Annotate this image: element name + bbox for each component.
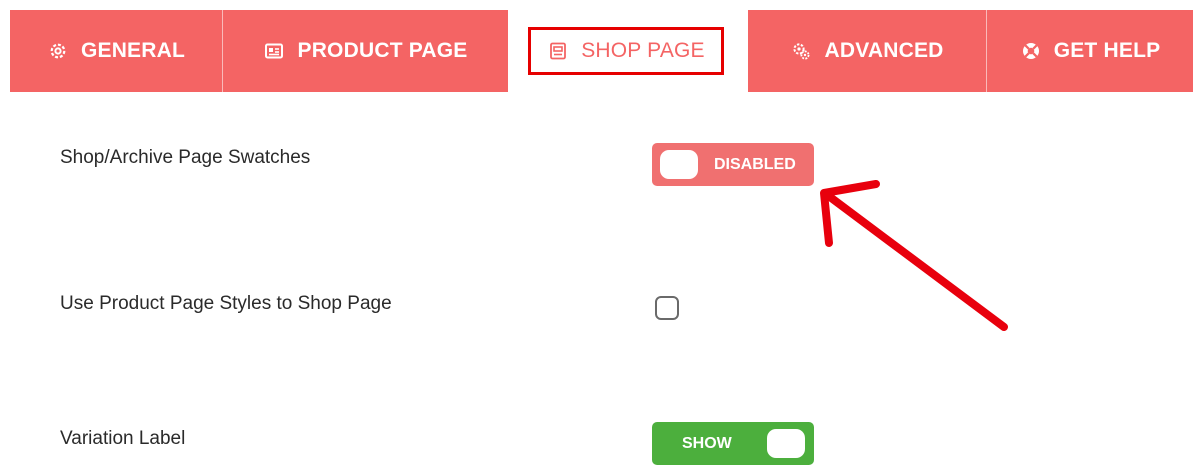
product-card-icon xyxy=(263,40,285,62)
variation-label-label: Variation Label xyxy=(60,428,186,449)
tab-product-page[interactable]: PRODUCT PAGE xyxy=(223,10,508,92)
toggle-knob xyxy=(660,150,698,179)
variation-label-toggle[interactable]: SHOW xyxy=(652,422,814,465)
document-icon xyxy=(547,40,569,62)
tab-get-help-label: GET HELP xyxy=(1053,39,1161,62)
toggle-knob xyxy=(767,429,805,458)
tab-get-help[interactable]: GET HELP xyxy=(987,10,1193,92)
product-styles-label: Use Product Page Styles to Shop Page xyxy=(60,293,392,314)
tab-product-page-label: PRODUCT PAGE xyxy=(297,39,468,62)
tab-shop-page-label: SHOP PAGE xyxy=(581,39,705,62)
settings-tab-bar: GENERAL PRODUCT PAGE SHOP PAGE ADVANCED … xyxy=(10,10,1193,94)
lifebuoy-icon xyxy=(1020,40,1042,62)
gears-icon xyxy=(790,40,812,62)
tab-advanced-label: ADVANCED xyxy=(824,39,944,62)
tab-general[interactable]: GENERAL xyxy=(10,10,222,92)
tab-general-label: GENERAL xyxy=(80,39,186,62)
gear-icon xyxy=(47,40,69,62)
active-tab-highlight: SHOP PAGE xyxy=(528,27,724,75)
tab-shop-page[interactable]: SHOP PAGE xyxy=(508,10,748,94)
shop-swatches-label: Shop/Archive Page Swatches xyxy=(60,147,311,168)
toggle-state-text: DISABLED xyxy=(714,156,796,173)
product-styles-checkbox[interactable] xyxy=(655,296,679,320)
toggle-state-text: SHOW xyxy=(682,435,732,452)
shop-swatches-toggle[interactable]: DISABLED xyxy=(652,143,814,186)
tab-advanced[interactable]: ADVANCED xyxy=(748,10,986,92)
